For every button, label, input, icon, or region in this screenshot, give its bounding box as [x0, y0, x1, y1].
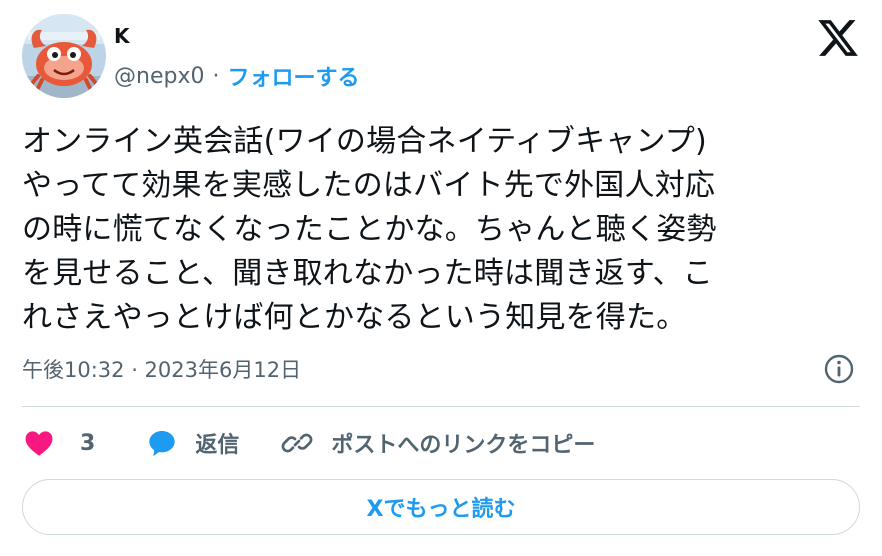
like-button[interactable]: 3: [22, 427, 95, 459]
author-name[interactable]: K: [114, 24, 130, 48]
separator-dot: ·: [212, 63, 220, 89]
tweet-text: オンライン英会話(ワイの場合ネイティブキャンプ) やってて効果を実感したのはバイ…: [22, 120, 862, 340]
timestamp[interactable]: 午後10:32 · 2023年6月12日: [22, 354, 301, 384]
author-handle[interactable]: @nepx0: [114, 64, 204, 89]
read-more-button[interactable]: Xでもっと読む: [22, 479, 860, 535]
tweet-line: の時に慌てなくなったことかな。ちゃんと聴く姿勢: [22, 212, 717, 247]
copy-link-button[interactable]: ポストへのリンクをコピー: [281, 427, 595, 459]
avatar[interactable]: [22, 14, 106, 98]
tweet-line: やってて効果を実感したのはバイト先で外国人対応: [22, 168, 716, 203]
action-bar: 3 返信 ポストへのリンクをコピー: [22, 420, 595, 466]
tweet-line: れさえやっとけば何とかなるという知見を得た。: [22, 300, 687, 335]
handle-row: @nepx0 · フォローする: [114, 60, 359, 92]
tweet-line: を見せること、聞き取れなかった時は聞き返す、こ: [22, 256, 713, 291]
speech-bubble-icon: [149, 431, 175, 457]
x-logo-icon[interactable]: [816, 16, 860, 60]
follow-link[interactable]: フォローする: [227, 60, 359, 92]
link-icon: [281, 433, 313, 453]
divider: [22, 406, 860, 407]
reply-label: 返信: [195, 433, 240, 458]
tweet-line: オンライン英会話(ワイの場合ネイティブキャンプ): [22, 124, 707, 159]
crab-avatar-image: [22, 14, 106, 98]
heart-icon: [25, 431, 53, 456]
like-count: 3: [80, 430, 96, 456]
info-icon[interactable]: [822, 352, 856, 386]
reply-button[interactable]: 返信: [145, 427, 239, 459]
copy-link-label: ポストへのリンクをコピー: [331, 433, 596, 458]
